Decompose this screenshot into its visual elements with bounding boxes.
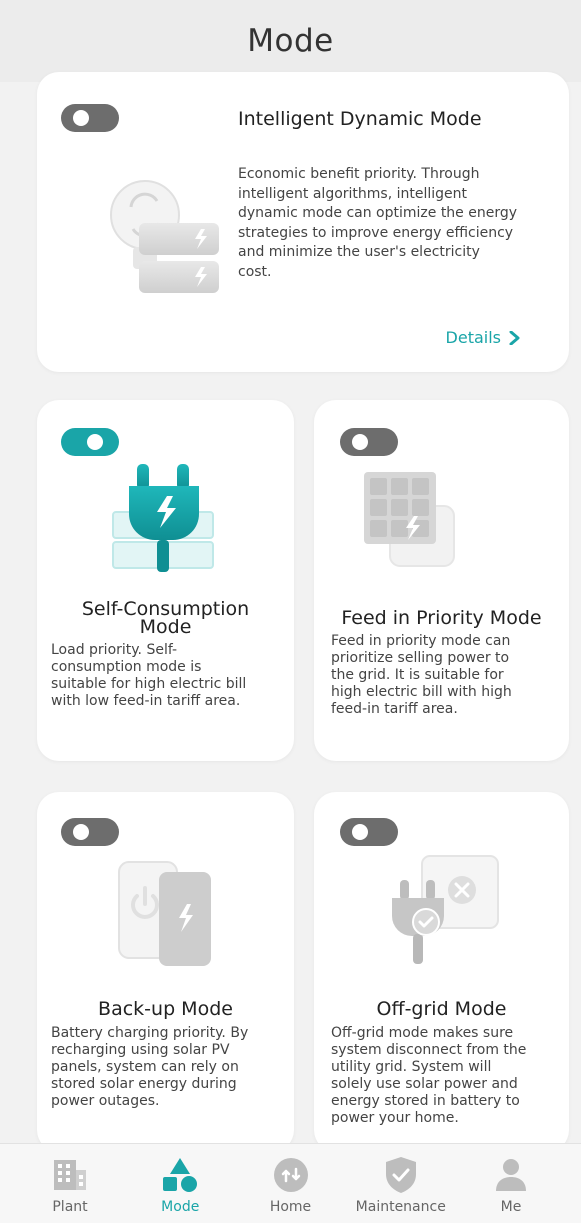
- desc-line: recharging using solar PV: [51, 1042, 230, 1058]
- power-battery-icon: [118, 861, 211, 966]
- feed-in-priority-toggle[interactable]: [340, 428, 398, 456]
- header-bar: Mode: [0, 0, 581, 82]
- off-grid-mode-title: Off-grid Mode: [376, 998, 507, 1020]
- tab-label: Plant: [52, 1199, 88, 1215]
- solar-panel-icon: [364, 472, 455, 567]
- tab-maintenance[interactable]: Maintenance: [353, 1144, 449, 1223]
- tab-mode[interactable]: Mode: [132, 1144, 228, 1223]
- self-consumption-description: Load priority. Self- consumption mode is…: [51, 642, 291, 710]
- bulb-battery-icon: [110, 180, 219, 293]
- desc-line: consumption mode is: [51, 659, 202, 675]
- self-consumption-mode-card[interactable]: Self-Consumption Mode Load priority. Sel…: [37, 400, 294, 761]
- plug-grid-off-icon: [392, 855, 499, 964]
- shield-check-icon: [381, 1155, 421, 1195]
- desc-line: the grid. It is suitable for: [331, 667, 504, 683]
- desc-line: strategies to improve energy efficiency: [238, 224, 514, 241]
- toggle-knob: [352, 434, 368, 450]
- toggle-knob: [87, 434, 103, 450]
- desc-line: Feed in priority mode can: [331, 633, 511, 649]
- desc-line: Load priority. Self-: [51, 642, 178, 658]
- bottom-tab-bar: Plant Mode Home Maintenance Me: [0, 1143, 581, 1223]
- desc-line: and minimize the user's electricity: [238, 244, 480, 260]
- backup-mode-toggle[interactable]: [61, 818, 119, 846]
- desc-line: stored solar energy during: [51, 1076, 237, 1092]
- intelligent-mode-description: Economic benefit priority. Through intel…: [238, 165, 558, 282]
- chevron-right-icon: [509, 330, 520, 345]
- desc-line: solely use solar power and: [331, 1076, 518, 1092]
- desc-line: energy stored in battery to: [331, 1093, 520, 1109]
- backup-mode-card[interactable]: Back-up Mode Battery charging priority. …: [37, 792, 294, 1152]
- desc-line: power your home.: [331, 1110, 459, 1126]
- off-grid-mode-toggle[interactable]: [340, 818, 398, 846]
- desc-line: power outages.: [51, 1093, 160, 1109]
- off-grid-mode-card[interactable]: Off-grid Mode Off-grid mode makes sure s…: [314, 792, 569, 1152]
- desc-line: high electric bill with high: [331, 684, 512, 700]
- title-line: Mode: [139, 616, 192, 638]
- tab-label: Home: [269, 1199, 312, 1215]
- tab-home[interactable]: Home: [243, 1144, 339, 1223]
- page-title: Mode: [247, 23, 334, 59]
- feed-in-priority-mode-card[interactable]: Feed in Priority Mode Feed in priority m…: [314, 400, 569, 761]
- tab-me[interactable]: Me: [463, 1144, 559, 1223]
- desc-line: dynamic mode can optimize the energy: [238, 205, 518, 221]
- self-consumption-title: Self-Consumption Mode: [37, 600, 294, 638]
- toggle-knob: [73, 824, 89, 840]
- intelligent-dynamic-mode-card[interactable]: Intelligent Dynamic Mode Economic benefi…: [37, 72, 569, 372]
- building-icon: [50, 1155, 90, 1195]
- tab-label: Mode: [161, 1199, 200, 1215]
- details-link[interactable]: Details: [446, 328, 521, 347]
- plug-battery-icon: [112, 464, 214, 572]
- intelligent-mode-toggle[interactable]: [61, 104, 119, 132]
- desc-line: Battery charging priority. By: [51, 1025, 249, 1041]
- self-consumption-toggle[interactable]: [61, 428, 119, 456]
- tab-label: Me: [500, 1199, 522, 1215]
- person-icon: [491, 1155, 531, 1195]
- tab-plant[interactable]: Plant: [22, 1144, 118, 1223]
- toggle-knob: [73, 110, 89, 126]
- backup-mode-description: Battery charging priority. By recharging…: [51, 1025, 291, 1110]
- desc-line: with low feed-in tariff area.: [51, 693, 241, 709]
- desc-line: Off-grid mode makes sure: [331, 1025, 514, 1041]
- desc-line: system disconnect from the: [331, 1042, 527, 1058]
- shapes-icon: [160, 1155, 200, 1195]
- desc-line: feed-in tariff area.: [331, 701, 458, 717]
- tab-label: Maintenance: [355, 1199, 446, 1215]
- intelligent-mode-title: Intelligent Dynamic Mode: [238, 108, 482, 130]
- feed-in-priority-description: Feed in priority mode can prioritize sel…: [331, 633, 567, 718]
- desc-line: suitable for high electric bill: [51, 676, 247, 692]
- desc-line: intelligent algorithms, intelligent: [238, 185, 468, 202]
- desc-line: Economic benefit priority. Through: [238, 166, 480, 182]
- backup-mode-title: Back-up Mode: [98, 998, 233, 1020]
- home-sync-icon: [271, 1155, 311, 1195]
- details-label: Details: [445, 328, 501, 347]
- off-grid-mode-description: Off-grid mode makes sure system disconne…: [331, 1025, 567, 1127]
- desc-line: cost.: [238, 263, 272, 280]
- desc-line: panels, system can rely on: [51, 1059, 239, 1075]
- desc-line: prioritize selling power to: [331, 650, 510, 666]
- feed-in-priority-title: Feed in Priority Mode: [341, 607, 542, 629]
- desc-line: utility grid. System will: [331, 1059, 492, 1075]
- toggle-knob: [352, 824, 368, 840]
